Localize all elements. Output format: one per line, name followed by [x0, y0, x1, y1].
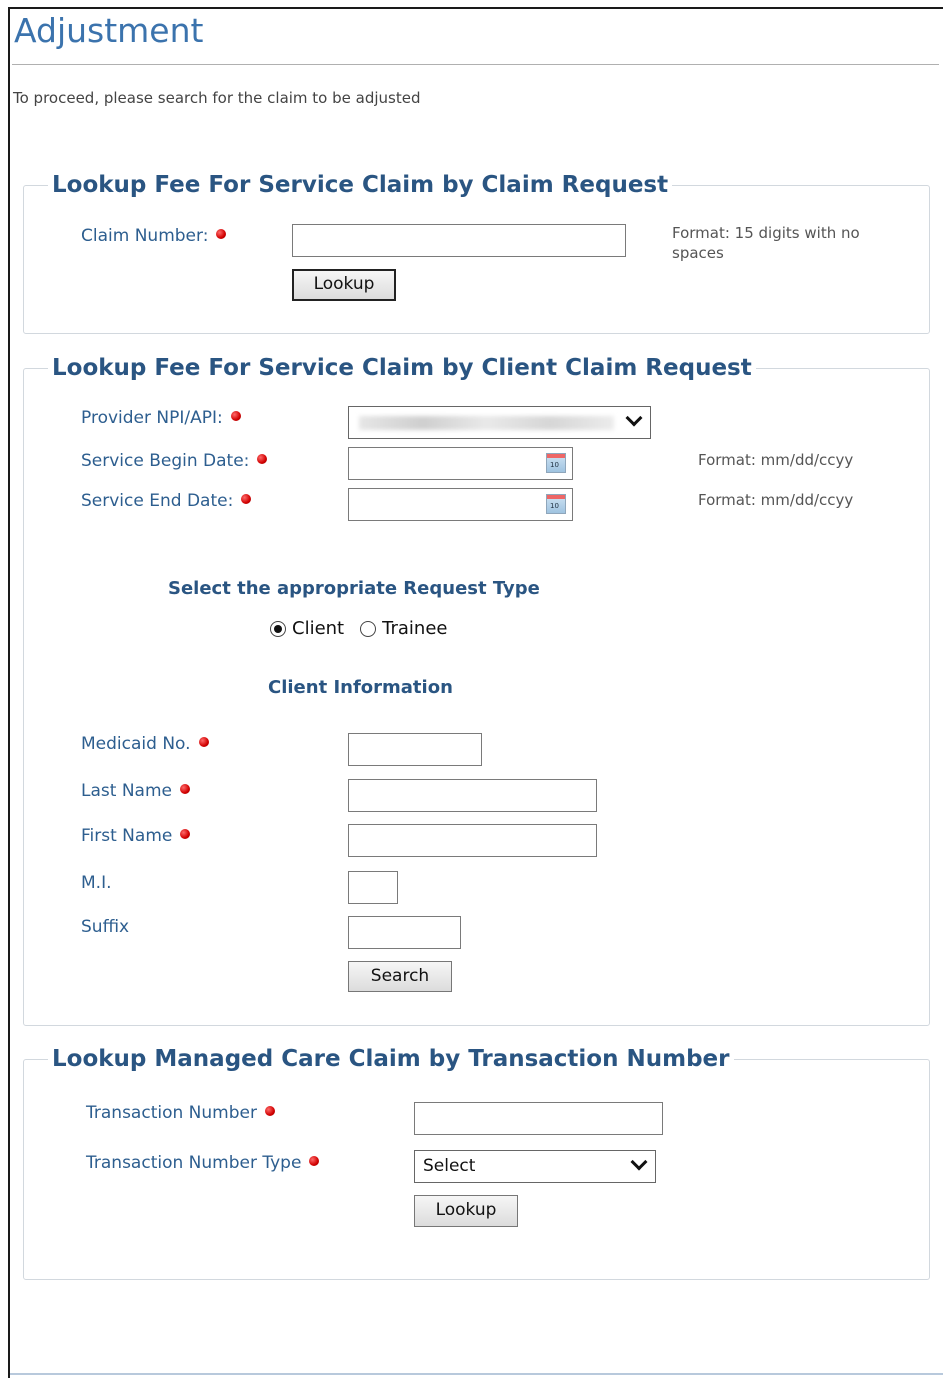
claim-number-format-hint: Format: 15 digits with no spaces: [672, 224, 860, 262]
begin-date-format-hint: Format: mm/dd/ccyy: [698, 451, 854, 469]
transaction-number-label-text: Transaction Number: [86, 1103, 257, 1123]
required-dot-icon: [241, 494, 252, 504]
required-dot-icon: [257, 454, 268, 464]
required-dot-icon: [180, 829, 191, 839]
client-claim-legend: Lookup Fee For Service Claim by Client C…: [48, 351, 756, 385]
last-name-label-text: Last Name: [81, 781, 172, 801]
bottom-divider: [10, 1373, 943, 1375]
last-name-label: Last Name: [81, 780, 190, 802]
required-dot-icon: [198, 737, 209, 747]
transaction-number-type-label: Transaction Number Type: [86, 1152, 320, 1174]
required-dot-icon: [309, 1156, 320, 1166]
page-title: Adjustment: [14, 11, 204, 50]
provider-npi-label-text: Provider NPI/API:: [81, 408, 223, 428]
intro-text: To proceed, please search for the claim …: [13, 89, 421, 107]
request-type-radios: Client Trainee: [270, 618, 447, 639]
calendar-icon[interactable]: 10: [546, 494, 566, 514]
claim-request-legend: Lookup Fee For Service Claim by Claim Re…: [48, 168, 673, 202]
service-end-date-label-text: Service End Date:: [81, 491, 234, 511]
calendar-icon[interactable]: 10: [546, 453, 566, 473]
claim-number-input[interactable]: [292, 224, 626, 257]
first-name-label-text: First Name: [81, 826, 173, 846]
chevron-down-icon: [630, 1153, 648, 1171]
medicaid-number-label: Medicaid No.: [81, 733, 209, 755]
suffix-label: Suffix: [81, 917, 130, 937]
transaction-number-type-select[interactable]: Select: [414, 1150, 656, 1183]
required-dot-icon: [264, 1106, 275, 1116]
transaction-number-input[interactable]: [414, 1102, 663, 1135]
service-begin-date-input[interactable]: 10: [348, 447, 573, 480]
provider-npi-select[interactable]: [348, 406, 651, 439]
medicaid-number-label-text: Medicaid No.: [81, 734, 191, 754]
claim-lookup-button[interactable]: Lookup: [292, 269, 396, 301]
middle-initial-label: M.I.: [81, 873, 112, 893]
service-end-date-label: Service End Date:: [81, 490, 252, 512]
first-name-label: First Name: [81, 825, 191, 847]
radio-client-label: Client: [292, 618, 345, 639]
provider-npi-redacted-value: [359, 416, 614, 430]
service-begin-date-label: Service Begin Date:: [81, 450, 268, 472]
end-date-format-hint: Format: mm/dd/ccyy: [698, 491, 854, 509]
managed-care-legend: Lookup Managed Care Claim by Transaction…: [48, 1042, 734, 1076]
medicaid-number-input[interactable]: [348, 733, 482, 766]
required-dot-icon: [179, 784, 190, 794]
chevron-down-icon: [625, 409, 643, 427]
transaction-lookup-button[interactable]: Lookup: [414, 1195, 518, 1227]
service-end-date-input[interactable]: 10: [348, 488, 573, 521]
radio-trainee[interactable]: [360, 620, 377, 637]
search-button[interactable]: Search: [348, 961, 452, 992]
claim-number-label: Claim Number:: [81, 225, 227, 247]
radio-trainee-label: Trainee: [382, 618, 448, 639]
claim-number-label-text: Claim Number:: [81, 226, 209, 246]
service-begin-date-label-text: Service Begin Date:: [81, 451, 250, 471]
transaction-number-label: Transaction Number: [86, 1102, 275, 1124]
middle-initial-input[interactable]: [348, 871, 398, 904]
suffix-input[interactable]: [348, 916, 461, 949]
first-name-input[interactable]: [348, 824, 597, 857]
title-divider: [12, 64, 939, 65]
radio-client[interactable]: [270, 620, 286, 637]
transaction-number-type-value: Select: [423, 1156, 476, 1176]
provider-npi-label: Provider NPI/API:: [81, 407, 241, 429]
transaction-number-type-label-text: Transaction Number Type: [86, 1153, 302, 1173]
last-name-input[interactable]: [348, 779, 597, 812]
request-type-heading: Select the appropriate Request Type: [168, 578, 540, 599]
required-dot-icon: [230, 411, 241, 421]
client-information-heading: Client Information: [268, 677, 453, 698]
required-dot-icon: [216, 229, 227, 239]
